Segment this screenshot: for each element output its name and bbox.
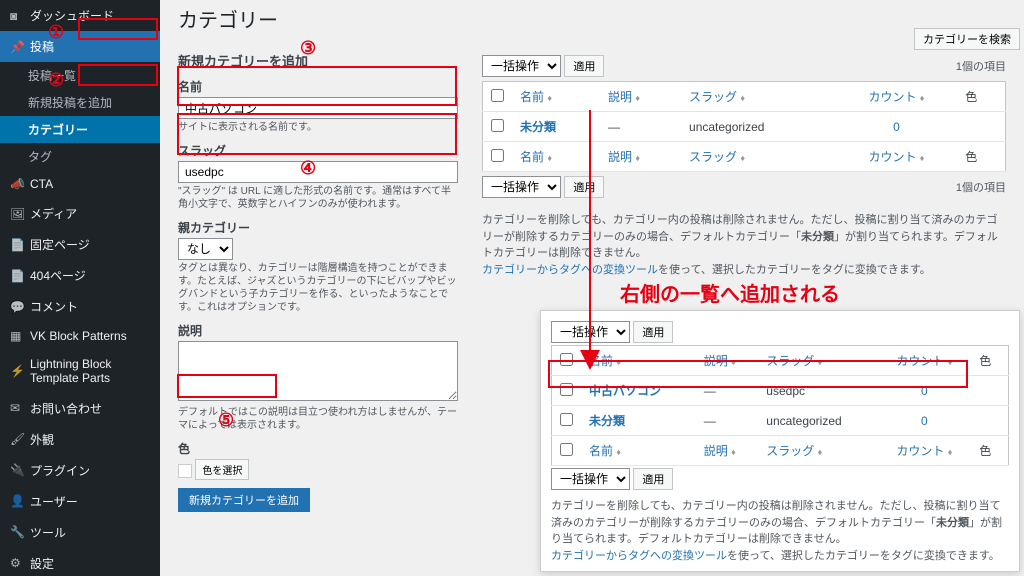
dashboard-icon: ◙ — [10, 9, 24, 23]
select-all-bottom[interactable] — [491, 149, 504, 162]
sort-icon: ♦ — [547, 93, 552, 103]
sidebar-item-vkblock[interactable]: ▦VK Block Patterns — [0, 322, 160, 350]
bulk-select-bottom[interactable]: 一括操作 — [482, 176, 561, 198]
color-label: 色 — [178, 440, 458, 457]
slug-help: "スラッグ" は URL に適した形式の名前です。通常はすべて半角小文字で、英数… — [178, 185, 458, 211]
page-icon: 📄 — [10, 269, 24, 283]
page-title: カテゴリー — [178, 4, 1006, 33]
wrench-icon: 🔧 — [10, 525, 24, 539]
annotation-3: ③ — [300, 38, 316, 59]
name-label: 名前 — [178, 78, 458, 95]
sidebar-item-cta[interactable]: 📣CTA — [0, 170, 160, 198]
row-checkbox[interactable] — [491, 119, 504, 132]
annotation-4: ④ — [300, 158, 316, 179]
user-icon: 👤 — [10, 494, 24, 508]
bulk-apply-top[interactable]: 適用 — [564, 55, 604, 77]
col-color: 色 — [957, 82, 1005, 112]
slug-label: スラッグ — [178, 142, 458, 159]
form-section-title: 新規カテゴリーを追加 — [178, 51, 458, 70]
submit-button[interactable]: 新規カテゴリーを追加 — [178, 488, 310, 512]
plug-icon: 🔌 — [10, 463, 24, 477]
ov-row-checkbox[interactable] — [560, 383, 573, 396]
sidebar-item-users[interactable]: 👤ユーザー — [0, 486, 160, 517]
annotation-5: ⑤ — [218, 410, 234, 431]
ov-note: カテゴリーを削除しても、カテゴリー内の投稿は削除されません。ただし、投稿に割り当… — [551, 498, 1009, 564]
sidebar-item-dashboard[interactable]: ◙ダッシュボード — [0, 0, 160, 31]
col-count[interactable]: カウント ♦ — [868, 90, 924, 104]
parent-label: 親カテゴリー — [178, 219, 458, 236]
color-button[interactable]: 色を選択 — [195, 459, 249, 480]
row-color — [957, 112, 1005, 142]
sidebar-item-posts[interactable]: 📌投稿 — [0, 31, 160, 62]
search-categories-button[interactable]: カテゴリーを検索 — [914, 28, 1020, 50]
sidebar-item-settings[interactable]: ⚙設定 — [0, 548, 160, 576]
row-count[interactable]: 0 — [893, 120, 900, 134]
col-name[interactable]: 名前 ♦ — [520, 90, 552, 104]
sidebar-sub-new-post[interactable]: 新規投稿を追加 — [0, 89, 160, 116]
col-slug[interactable]: スラッグ ♦ — [689, 90, 745, 104]
annotation-2: ② — [48, 70, 64, 91]
desc-label: 説明 — [178, 322, 458, 339]
ov-row: 未分類 — uncategorized 0 — [552, 406, 1009, 436]
parent-select[interactable]: なし — [178, 238, 233, 260]
sidebar-sub-tags[interactable]: タグ — [0, 143, 160, 170]
megaphone-icon: 📣 — [10, 177, 24, 191]
col-name-f[interactable]: 名前 ♦ — [520, 150, 552, 164]
bolt-icon: ⚡ — [10, 364, 24, 378]
sidebar-item-appearance[interactable]: 🖌外観 — [0, 424, 160, 455]
bulk-select-top[interactable]: 一括操作 — [482, 55, 561, 77]
col-desc[interactable]: 説明 ♦ — [608, 90, 640, 104]
item-count-top: 1個の項目 — [956, 58, 1006, 74]
sidebar-item-tools[interactable]: 🔧ツール — [0, 517, 160, 548]
sidebar-item-contact[interactable]: ✉お問い合わせ — [0, 393, 160, 424]
pin-icon: 📌 — [10, 40, 24, 54]
parent-help: タグとは異なり、カテゴリーは階層構造を持つことができます。たとえば、ジャズという… — [178, 262, 458, 314]
comment-icon: 💬 — [10, 300, 24, 314]
col-count-f[interactable]: カウント ♦ — [868, 150, 924, 164]
admin-sidebar: ◙ダッシュボード 📌投稿 投稿一覧 新規投稿を追加 カテゴリー タグ 📣CTA … — [0, 0, 160, 576]
select-all-top[interactable] — [491, 89, 504, 102]
brush-icon: 🖌 — [10, 432, 24, 446]
item-count-bottom: 1個の項目 — [956, 179, 1006, 195]
desc-textarea[interactable] — [178, 341, 458, 401]
sidebar-item-comments[interactable]: 💬コメント — [0, 291, 160, 322]
row-slug: uncategorized — [681, 112, 836, 142]
row-name-link[interactable]: 未分類 — [520, 120, 556, 134]
annotation-1: ① — [48, 22, 64, 43]
color-swatch — [178, 464, 192, 478]
ov-row-name[interactable]: 中古パソコン — [589, 384, 661, 398]
sidebar-item-lightning[interactable]: ⚡Lightning Block Template Parts — [0, 350, 160, 393]
sidebar-item-404[interactable]: 📄404ページ — [0, 260, 160, 291]
search-area: カテゴリーを検索 — [914, 28, 1020, 50]
sidebar-item-media[interactable]: 🖼メディア — [0, 198, 160, 229]
sidebar-sub-all-posts[interactable]: 投稿一覧 — [0, 62, 160, 89]
gear-icon: ⚙ — [10, 556, 24, 570]
ov-row-new: 中古パソコン — usedpc 0 — [552, 376, 1009, 406]
media-icon: 🖼 — [10, 207, 24, 221]
add-category-form: 新規カテゴリーを追加 名前 サイトに表示される名前です。 スラッグ "スラッグ"… — [178, 51, 458, 512]
name-help: サイトに表示される名前です。 — [178, 121, 458, 134]
sidebar-sub-categories[interactable]: カテゴリー — [0, 116, 160, 143]
page-icon: 📄 — [10, 238, 24, 252]
slug-input[interactable] — [178, 161, 458, 183]
annotation-arrow — [560, 110, 700, 370]
annotation-text: 右側の一覧へ追加される — [620, 278, 840, 307]
block-icon: ▦ — [10, 329, 24, 343]
name-input[interactable] — [178, 97, 458, 119]
sidebar-item-pages[interactable]: 📄固定ページ — [0, 229, 160, 260]
mail-icon: ✉ — [10, 401, 24, 415]
sidebar-item-plugins[interactable]: 🔌プラグイン — [0, 455, 160, 486]
